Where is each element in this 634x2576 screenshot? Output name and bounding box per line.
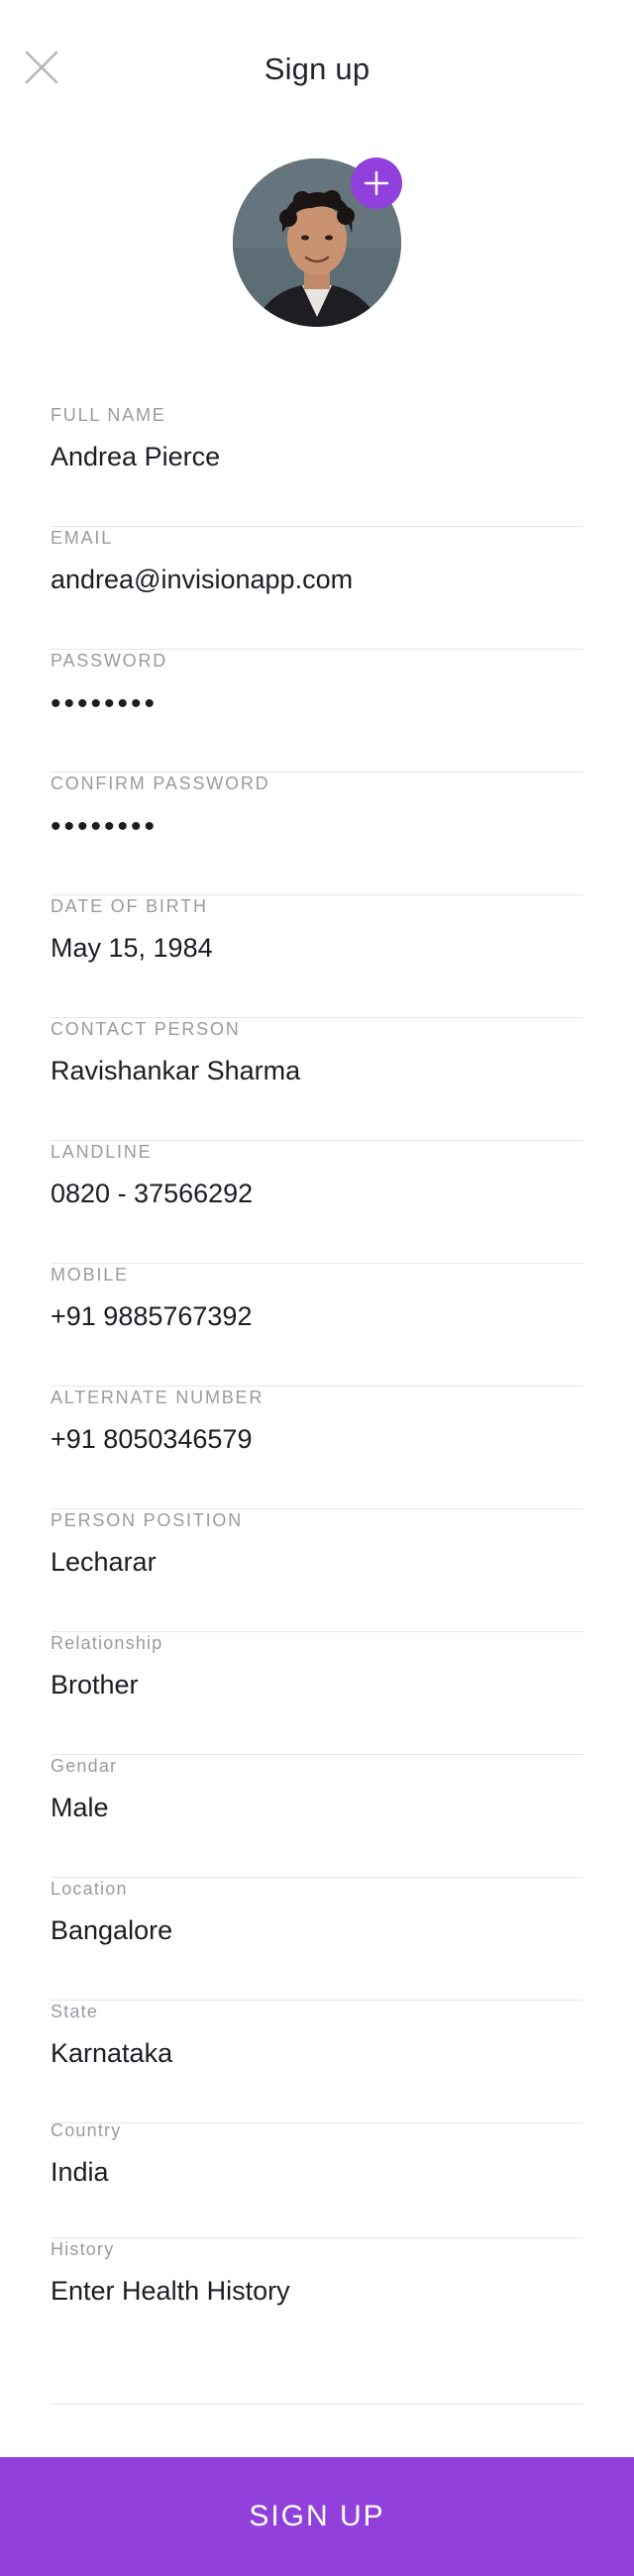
state-input[interactable]: Karnataka — [51, 2036, 583, 2070]
field-label: CONTACT PERSON — [51, 1019, 241, 1039]
relationship-field: Relationship Brother — [51, 1632, 583, 1755]
plus-icon — [364, 170, 389, 196]
alternate-number-field: ALTERNATE NUMBER +91 8050346579 — [51, 1387, 583, 1509]
mobile-field: MOBILE +91 9885767392 — [51, 1264, 583, 1387]
field-label: History — [51, 2239, 115, 2259]
history-field: History Enter Health History — [51, 2238, 583, 2405]
landline-field: LANDLINE 0820 - 37566292 — [51, 1141, 583, 1264]
country-field: Country India — [51, 2119, 583, 2238]
mobile-input[interactable]: +91 9885767392 — [51, 1299, 583, 1333]
field-label: Relationship — [51, 1633, 163, 1653]
contact-person-input[interactable]: Ravishankar Sharma — [51, 1054, 583, 1087]
full-name-input[interactable]: Andrea Pierce — [51, 440, 583, 473]
person-position-field: PERSON POSITION Lecharar — [51, 1509, 583, 1632]
field-label: EMAIL — [51, 528, 114, 548]
history-input[interactable]: Enter Health History — [51, 2274, 583, 2308]
confirm-password-field: CONFIRM PASSWORD •••••••• — [51, 773, 583, 895]
field-label: DATE OF BIRTH — [51, 896, 208, 916]
profile-photo — [233, 157, 402, 327]
date-of-birth-field: DATE OF BIRTH May 15, 1984 — [51, 895, 583, 1018]
landline-input[interactable]: 0820 - 37566292 — [51, 1177, 583, 1210]
location-field: Location Bangalore — [51, 1878, 583, 2001]
person-position-input[interactable]: Lecharar — [51, 1545, 583, 1579]
add-photo-button[interactable] — [351, 157, 402, 209]
field-label: Country — [51, 2120, 122, 2140]
relationship-input[interactable]: Brother — [51, 1668, 583, 1701]
field-label: Location — [51, 1879, 128, 1899]
state-field: State Karnataka — [51, 2001, 583, 2123]
country-input[interactable]: India — [51, 2155, 583, 2189]
field-label: MOBILE — [51, 1265, 129, 1285]
field-label: PASSWORD — [51, 651, 168, 670]
field-label: FULL NAME — [51, 405, 166, 425]
password-input[interactable]: •••••••• — [51, 687, 583, 721]
field-label: State — [51, 2002, 99, 2021]
field-label: PERSON POSITION — [51, 1510, 244, 1530]
gender-input[interactable]: Male — [51, 1791, 583, 1824]
field-label: Gendar — [51, 1756, 118, 1776]
header: Sign up — [0, 0, 634, 139]
email-input[interactable]: andrea@invisionapp.com — [51, 563, 583, 596]
contact-person-field: CONTACT PERSON Ravishankar Sharma — [51, 1018, 583, 1141]
password-field: PASSWORD •••••••• — [51, 650, 583, 773]
date-of-birth-input[interactable]: May 15, 1984 — [51, 931, 583, 965]
field-label: LANDLINE — [51, 1142, 153, 1162]
page-title: Sign up — [264, 52, 370, 86]
field-label: ALTERNATE NUMBER — [51, 1388, 264, 1407]
field-label: CONFIRM PASSWORD — [51, 773, 270, 793]
email-field: EMAIL andrea@invisionapp.com — [51, 527, 583, 650]
gender-field: Gendar Male — [51, 1755, 583, 1878]
alternate-number-input[interactable]: +91 8050346579 — [51, 1422, 583, 1456]
confirm-password-input[interactable]: •••••••• — [51, 810, 583, 844]
full-name-field: FULL NAME Andrea Pierce — [51, 404, 583, 527]
location-input[interactable]: Bangalore — [51, 1913, 583, 1947]
signup-button[interactable]: SIGN UP — [0, 2457, 634, 2576]
